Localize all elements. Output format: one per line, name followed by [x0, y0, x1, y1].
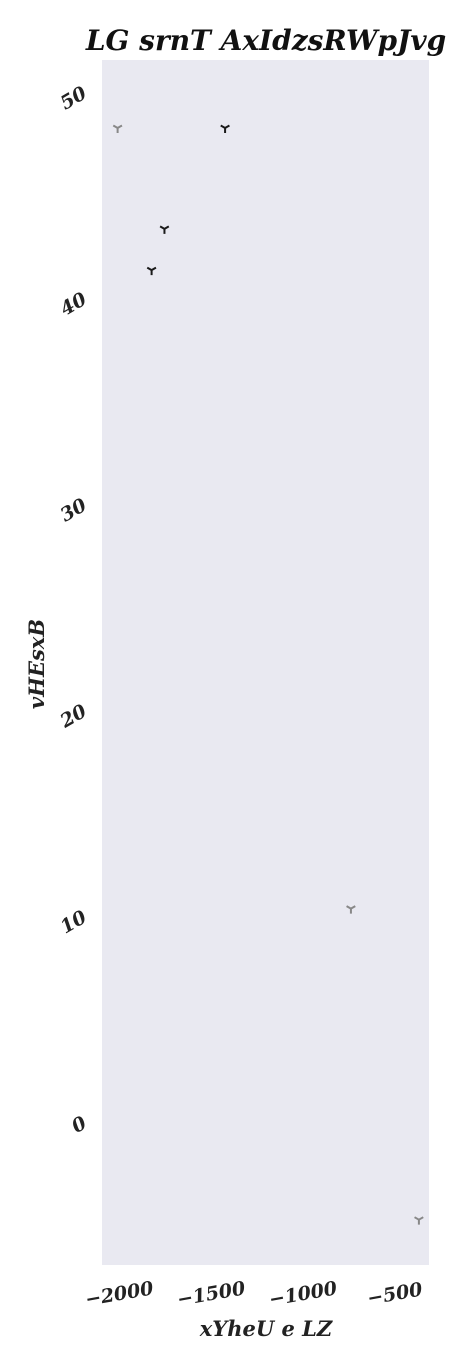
y-tick-label: 40 — [57, 288, 91, 320]
x-tick-label: −2000 — [84, 1277, 156, 1311]
y-axis-label: vHEsxB — [24, 619, 49, 709]
y-tick-label: 50 — [57, 82, 91, 114]
x-tick-label: −1500 — [175, 1277, 247, 1311]
y-tick-label: 20 — [56, 700, 91, 733]
chart-title: LG srnT AxIdzsRWpJvg — [85, 24, 446, 57]
y-tick-labels: 0 10 20 30 40 50 — [56, 82, 91, 1138]
y-tick-label: 10 — [57, 906, 91, 938]
x-tick-label: −1000 — [267, 1277, 339, 1311]
x-axis-label: xYheU e LZ — [199, 1316, 333, 1341]
x-tick-labels: −2000 −1500 −1000 −500 — [84, 1277, 425, 1311]
y-tick-label: 0 — [68, 1112, 90, 1138]
scatter-chart: LG srnT AxIdzsRWpJvg −2000 −1500 −1000 −500… — [24, 24, 446, 1341]
x-tick-label: −500 — [366, 1278, 425, 1309]
plot-area — [102, 60, 429, 1265]
y-tick-label: 30 — [57, 494, 91, 526]
